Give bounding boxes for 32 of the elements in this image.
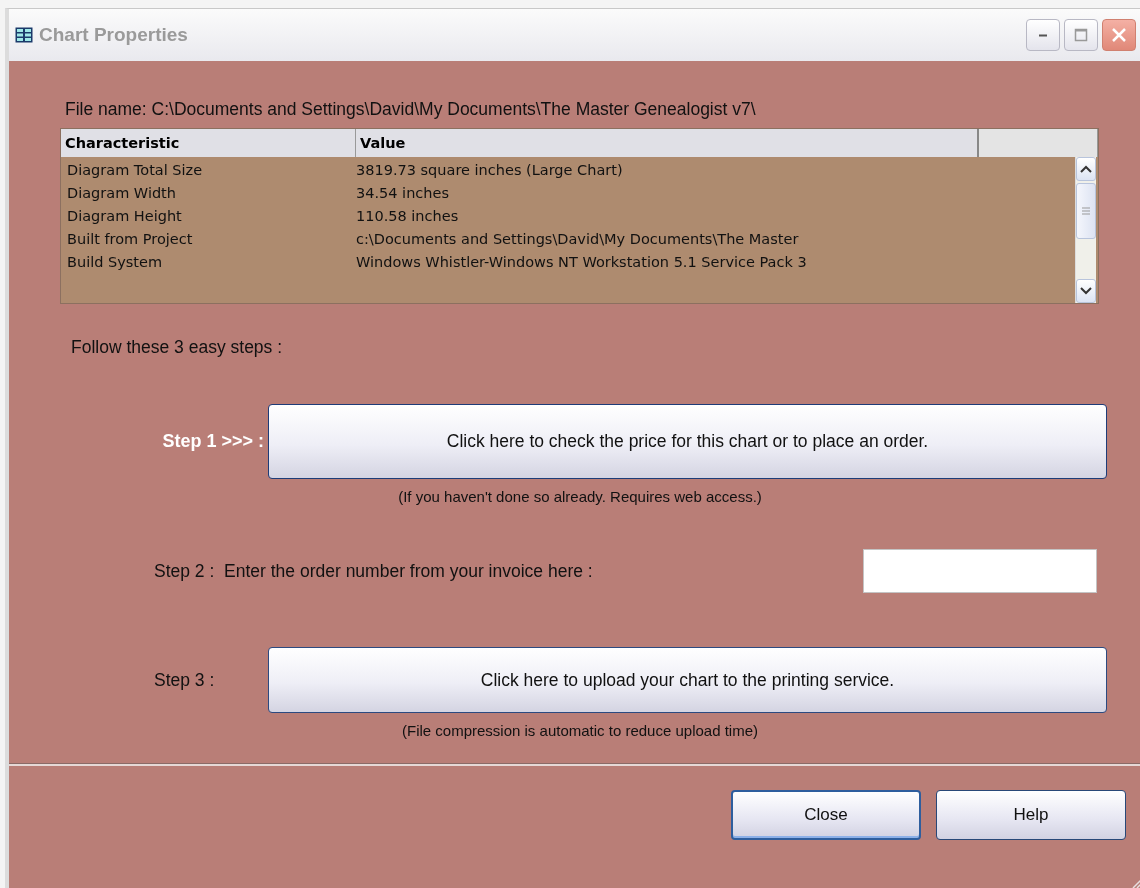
upload-button[interactable]: Click here to upload your chart to the printing service. — [268, 647, 1107, 713]
maximize-button[interactable] — [1064, 19, 1098, 51]
order-number-field[interactable] — [863, 549, 1097, 593]
hint-text: (File compression is automatic to reduce upload time) — [401, 722, 759, 739]
file-name: File name: C:\Documents and Settings\David\My Documents\The Master Genealogist v7\ — [65, 98, 756, 120]
table-cell: c:\Documents and Settings\David\My Documents\The Master — [356, 230, 799, 247]
minimize-icon — [1039, 33, 1047, 37]
table-cell-text: Built from Project — [66, 230, 194, 247]
dialog-button[interactable]: Close — [731, 790, 921, 840]
step-label: Step 2 : Enter the order number from your invoice here : — [154, 560, 593, 582]
scrollbar[interactable] — [1075, 157, 1096, 303]
check-price-button[interactable]: Click here to check the price for this chart or to place an order. — [268, 404, 1107, 479]
close-button[interactable] — [1102, 19, 1136, 51]
minimize-button[interactable] — [1026, 19, 1060, 51]
table-cell: 110.58 inches — [356, 207, 459, 224]
table-cell-text: Diagram Total Size — [66, 161, 204, 178]
table-cell: 3819.73 square inches (Large Chart) — [356, 161, 623, 178]
hint-text: (If you haven't done so already. Requires web access.) — [397, 488, 763, 505]
step-label: Step 1 >>> : — [161, 431, 264, 452]
table-cell-text: Diagram Height — [66, 207, 183, 224]
dialog-button[interactable]: Help — [936, 790, 1126, 840]
maximize-icon — [1074, 28, 1088, 42]
window-title: Chart Properties — [39, 24, 188, 46]
table-cell-text: Diagram Width — [66, 184, 177, 201]
grip-icon — [1082, 207, 1090, 215]
step-label: Step 3 : — [153, 669, 216, 691]
close-icon — [1111, 27, 1127, 43]
table-icon — [15, 27, 33, 43]
table-cell-text: Build System — [66, 253, 164, 270]
instruction-text: Follow these 3 easy steps : — [71, 337, 284, 358]
table-cell: Windows Whistler-Windows NT Workstation 5.1 Service Pack 3 — [356, 253, 807, 270]
table-cell: 34.54 inches — [356, 184, 449, 201]
